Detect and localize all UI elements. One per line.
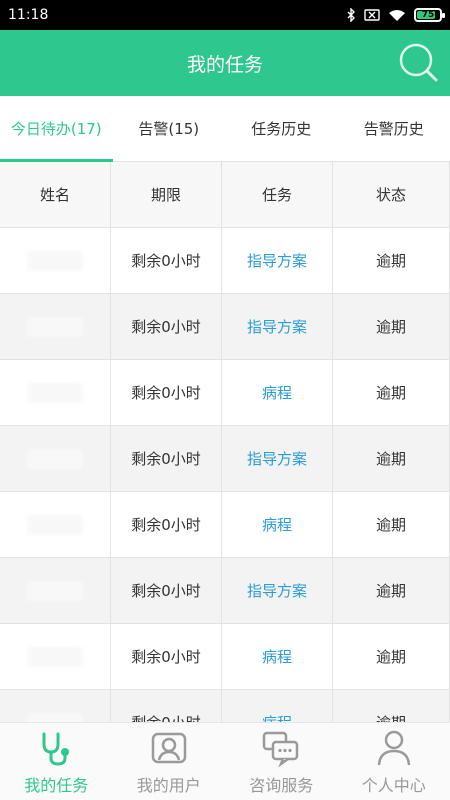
search-icon xyxy=(399,43,438,82)
deadline-cell: 剩余0小时 xyxy=(111,690,222,722)
nav-personal-center[interactable]: 个人中心 xyxy=(338,723,450,800)
status-cell: 逾期 xyxy=(333,690,450,722)
column-header-name: 姓名 xyxy=(0,162,111,227)
patient-name-cell xyxy=(0,624,111,689)
redacted-name xyxy=(27,712,83,722)
task-link[interactable]: 病程 xyxy=(222,360,333,425)
redacted-name xyxy=(27,448,83,469)
patient-name-cell xyxy=(0,228,111,293)
deadline-cell: 剩余0小时 xyxy=(111,228,222,293)
status-cell: 逾期 xyxy=(333,624,450,689)
redacted-name xyxy=(27,250,83,271)
deadline-cell: 剩余0小时 xyxy=(111,294,222,359)
table-row[interactable]: 剩余0小时 指导方案 逾期 xyxy=(0,426,450,492)
app-bar: 我的任务 xyxy=(0,30,450,96)
redacted-name xyxy=(27,514,83,535)
table-row[interactable]: 剩余0小时 病程 逾期 xyxy=(0,360,450,426)
redacted-name xyxy=(27,316,83,337)
page-title: 我的任务 xyxy=(186,53,263,76)
search-button[interactable] xyxy=(396,39,440,85)
status-cell: 逾期 xyxy=(333,228,450,293)
task-link[interactable]: 病程 xyxy=(222,492,333,557)
status-bar: 11:18 75 xyxy=(0,0,450,30)
nav-label: 个人中心 xyxy=(361,776,426,795)
patient-name-cell xyxy=(0,558,111,623)
table-row[interactable]: 剩余0小时 指导方案 逾期 xyxy=(0,558,450,624)
status-time: 11:18 xyxy=(8,7,49,23)
table-header-row: 姓名 期限 任务 状态 xyxy=(0,162,450,228)
stethoscope-icon xyxy=(34,726,78,770)
table-row[interactable]: 剩余0小时 病程 逾期 xyxy=(0,492,450,558)
task-link[interactable]: 指导方案 xyxy=(222,294,333,359)
status-cell: 逾期 xyxy=(333,492,450,557)
patient-name-cell xyxy=(0,294,111,359)
nav-label: 我的用户 xyxy=(136,776,201,795)
status-icons: 75 xyxy=(346,8,445,22)
nav-label: 咨询服务 xyxy=(249,776,314,795)
status-cell: 逾期 xyxy=(333,426,450,491)
tab-bar: 今日待办(17) 告警(15) 任务历史 告警历史 xyxy=(0,96,450,162)
nav-my-users[interactable]: 我的用户 xyxy=(113,723,226,800)
task-link[interactable]: 指导方案 xyxy=(222,558,333,623)
battery-level: 75 xyxy=(421,10,435,20)
user-card-icon xyxy=(147,726,191,770)
status-cell: 逾期 xyxy=(333,558,450,623)
deadline-cell: 剩余0小时 xyxy=(111,492,222,557)
nav-my-tasks[interactable]: 我的任务 xyxy=(0,723,113,800)
tab-alert-history[interactable]: 告警历史 xyxy=(338,96,450,161)
deadline-cell: 剩余0小时 xyxy=(111,426,222,491)
deadline-cell: 剩余0小时 xyxy=(111,558,222,623)
redacted-name xyxy=(27,580,83,601)
table-row[interactable]: 剩余0小时 指导方案 逾期 xyxy=(0,294,450,360)
patient-name-cell xyxy=(0,426,111,491)
table-row[interactable]: 剩余0小时 病程 逾期 xyxy=(0,690,450,722)
column-header-status: 状态 xyxy=(333,162,450,227)
task-link[interactable]: 指导方案 xyxy=(222,426,333,491)
deadline-cell: 剩余0小时 xyxy=(111,360,222,425)
task-link[interactable]: 病程 xyxy=(222,690,333,722)
nav-label: 我的任务 xyxy=(24,776,89,795)
wifi-icon xyxy=(388,9,406,22)
bluetooth-icon xyxy=(346,8,356,22)
table-row[interactable]: 剩余0小时 指导方案 逾期 xyxy=(0,228,450,294)
task-link[interactable]: 指导方案 xyxy=(222,228,333,293)
patient-name-cell xyxy=(0,690,111,722)
table-row[interactable]: 剩余0小时 病程 逾期 xyxy=(0,624,450,690)
status-cell: 逾期 xyxy=(333,294,450,359)
task-table[interactable]: 姓名 期限 任务 状态 剩余0小时 指导方案 逾期 剩余0小时 指导方案 逾期 … xyxy=(0,162,450,722)
task-link[interactable]: 病程 xyxy=(222,624,333,689)
patient-name-cell xyxy=(0,360,111,425)
tab-task-history[interactable]: 任务历史 xyxy=(225,96,338,161)
person-icon xyxy=(372,726,416,770)
redacted-name xyxy=(27,382,83,403)
tab-today-todo[interactable]: 今日待办(17) xyxy=(0,96,113,162)
deadline-cell: 剩余0小时 xyxy=(111,624,222,689)
bottom-navigation: 我的任务 我的用户 咨询服务 个人中心 xyxy=(0,722,450,800)
redacted-name xyxy=(27,646,83,667)
column-header-task: 任务 xyxy=(222,162,333,227)
chat-bubbles-icon xyxy=(259,726,303,770)
nav-consult-service[interactable]: 咨询服务 xyxy=(225,723,338,800)
tab-alerts[interactable]: 告警(15) xyxy=(113,96,226,161)
column-header-deadline: 期限 xyxy=(111,162,222,227)
battery-icon: 75 xyxy=(414,8,445,22)
status-cell: 逾期 xyxy=(333,360,450,425)
patient-name-cell xyxy=(0,492,111,557)
sim-x-icon xyxy=(364,9,380,21)
